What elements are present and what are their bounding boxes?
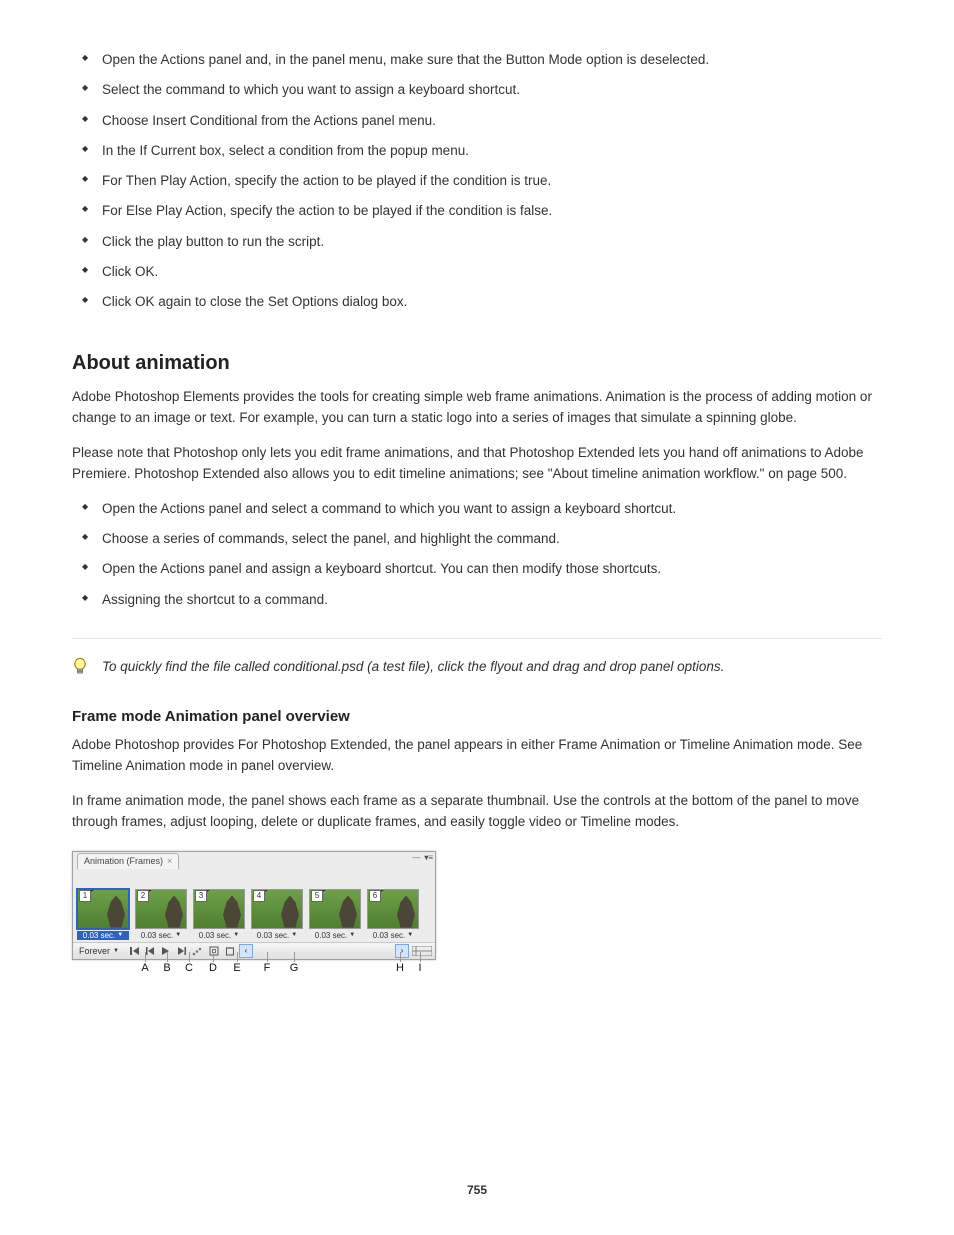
chevron-down-icon: ▼ xyxy=(349,932,355,938)
animation-frame[interactable]: 3 0.03 sec.▼ xyxy=(193,889,245,940)
subsection-heading-frame-mode: Frame mode Animation panel overview xyxy=(72,708,882,725)
tween-button[interactable] xyxy=(191,944,205,958)
next-frame-button[interactable] xyxy=(175,944,189,958)
chevron-down-icon: ▼ xyxy=(291,932,297,938)
list-item-text: For Else Play Action, specify the action… xyxy=(102,203,552,218)
panel-footer: Forever ▼ xyxy=(73,942,435,959)
frame-number: 3 xyxy=(195,890,207,902)
list-item: Click the play button to run the script. xyxy=(82,232,882,252)
chevron-down-icon: ▼ xyxy=(233,932,239,938)
loop-selector[interactable]: Forever ▼ xyxy=(75,944,125,958)
list-item: Click OK again to close the Set Options … xyxy=(82,292,882,312)
body-paragraph: Please note that Photoshop only lets you… xyxy=(72,443,882,485)
chevron-down-icon: ▼ xyxy=(117,932,123,938)
list-item-text: Choose Insert Conditional from the Actio… xyxy=(102,113,436,128)
page-root: Open the Actions panel and, in the panel… xyxy=(0,0,954,1235)
scroll-left-button[interactable]: ‹ xyxy=(239,944,253,958)
frame-delay-menu[interactable]: 0.03 sec.▼ xyxy=(367,931,419,940)
figure-animation-panel: Animation (Frames) × — ▾≡ 1 0.03 sec.▼ 2 xyxy=(72,851,882,992)
list-item-text: Open the Actions panel and assign a keyb… xyxy=(102,561,661,576)
panel-header: Animation (Frames) × — ▾≡ xyxy=(73,852,435,870)
animation-frame[interactable]: 2 0.03 sec.▼ xyxy=(135,889,187,940)
figure-label: F xyxy=(262,962,272,974)
list-item-text: In the If Current box, select a conditio… xyxy=(102,143,469,158)
list-item: Select the command to which you want to … xyxy=(82,80,882,100)
panel-header-controls: — ▾≡ xyxy=(412,853,433,862)
section-bullet-list: Open the Actions panel and select a comm… xyxy=(82,499,882,610)
list-item-text: For Then Play Action, specify the action… xyxy=(102,173,551,188)
list-item-text: Choose a series of commands, select the … xyxy=(102,531,560,546)
list-item: Click OK. xyxy=(82,262,882,282)
figure-label: A xyxy=(140,962,150,974)
list-item: Open the Actions panel and assign a keyb… xyxy=(82,559,882,579)
tip-callout: To quickly find the file called conditio… xyxy=(72,657,882,678)
convert-timeline-button[interactable] xyxy=(411,944,433,958)
list-item: In the If Current box, select a conditio… xyxy=(82,141,882,161)
figure-labels: A B C D E F G H I xyxy=(72,962,434,992)
section-heading-about-animation: About animation xyxy=(72,352,882,375)
animation-panel[interactable]: Animation (Frames) × — ▾≡ 1 0.03 sec.▼ 2 xyxy=(72,851,436,960)
chevron-down-icon: ▼ xyxy=(175,932,181,938)
chevron-down-icon: ▼ xyxy=(407,932,413,938)
frame-strip: 1 0.03 sec.▼ 2 0.03 sec.▼ 3 0.03 sec.▼ 4 xyxy=(73,870,435,942)
panel-menu-icon[interactable]: ▾≡ xyxy=(424,853,433,862)
frame-delay-menu[interactable]: 0.03 sec.▼ xyxy=(309,931,361,940)
panel-tab-label: Animation (Frames) xyxy=(84,856,163,866)
animation-frame[interactable]: 6 0.03 sec.▼ xyxy=(367,889,419,940)
list-item: Choose a series of commands, select the … xyxy=(82,529,882,549)
list-item: Choose Insert Conditional from the Actio… xyxy=(82,111,882,131)
frame-number: 4 xyxy=(253,890,265,902)
list-item: Open the Actions panel and, in the panel… xyxy=(82,50,882,70)
frame-number: 6 xyxy=(369,890,381,902)
figure-label: H xyxy=(395,962,405,974)
figure-label: G xyxy=(289,962,299,974)
animation-frame[interactable]: 5 0.03 sec.▼ xyxy=(309,889,361,940)
body-paragraph: In frame animation mode, the panel shows… xyxy=(72,791,882,833)
list-item-text: Assigning the shortcut to a command. xyxy=(102,592,328,607)
list-item-text: Click the play button to run the script. xyxy=(102,234,324,249)
tip-text: To quickly find the file called conditio… xyxy=(102,657,724,678)
minimize-icon[interactable]: — xyxy=(412,853,420,862)
figure-label: I xyxy=(415,962,425,974)
list-item: For Then Play Action, specify the action… xyxy=(82,171,882,191)
loop-label: Forever xyxy=(79,946,110,956)
play-button[interactable] xyxy=(159,944,173,958)
page-number: 755 xyxy=(0,1183,954,1197)
figure-label: B xyxy=(162,962,172,974)
scroll-right-button[interactable]: › xyxy=(395,944,409,958)
list-item-text: Select the command to which you want to … xyxy=(102,82,520,97)
frame-number: 5 xyxy=(311,890,323,902)
delete-frame-button[interactable] xyxy=(223,944,237,958)
animation-frame[interactable]: 1 0.03 sec.▼ xyxy=(77,889,129,940)
list-item-text: Open the Actions panel and, in the panel… xyxy=(102,52,709,67)
frame-number: 2 xyxy=(137,890,149,902)
list-item: Open the Actions panel and select a comm… xyxy=(82,499,882,519)
list-item-text: Click OK. xyxy=(102,264,158,279)
figure-label: D xyxy=(208,962,218,974)
first-frame-button[interactable] xyxy=(127,944,141,958)
panel-tab[interactable]: Animation (Frames) × xyxy=(77,853,179,869)
divider xyxy=(72,638,882,639)
top-bullet-list: Open the Actions panel and, in the panel… xyxy=(82,50,882,312)
frame-delay-menu[interactable]: 0.03 sec.▼ xyxy=(251,931,303,940)
frame-delay-menu[interactable]: 0.03 sec.▼ xyxy=(193,931,245,940)
figure-label: C xyxy=(184,962,194,974)
body-paragraph: Adobe Photoshop Elements provides the to… xyxy=(72,387,882,429)
animation-frame[interactable]: 4 0.03 sec.▼ xyxy=(251,889,303,940)
list-item-text: Open the Actions panel and select a comm… xyxy=(102,501,676,516)
frame-number: 1 xyxy=(79,890,91,902)
list-item: For Else Play Action, specify the action… xyxy=(82,201,882,221)
list-item-text: Click OK again to close the Set Options … xyxy=(102,294,407,309)
body-paragraph: Adobe Photoshop provides For Photoshop E… xyxy=(72,735,882,777)
frame-delay-menu[interactable]: 0.03 sec.▼ xyxy=(77,931,129,940)
close-icon[interactable]: × xyxy=(167,856,172,866)
figure-label: E xyxy=(232,962,242,974)
list-item: Assigning the shortcut to a command. xyxy=(82,590,882,610)
frame-delay-menu[interactable]: 0.03 sec.▼ xyxy=(135,931,187,940)
lightbulb-icon xyxy=(72,657,96,677)
chevron-down-icon: ▼ xyxy=(113,948,119,954)
